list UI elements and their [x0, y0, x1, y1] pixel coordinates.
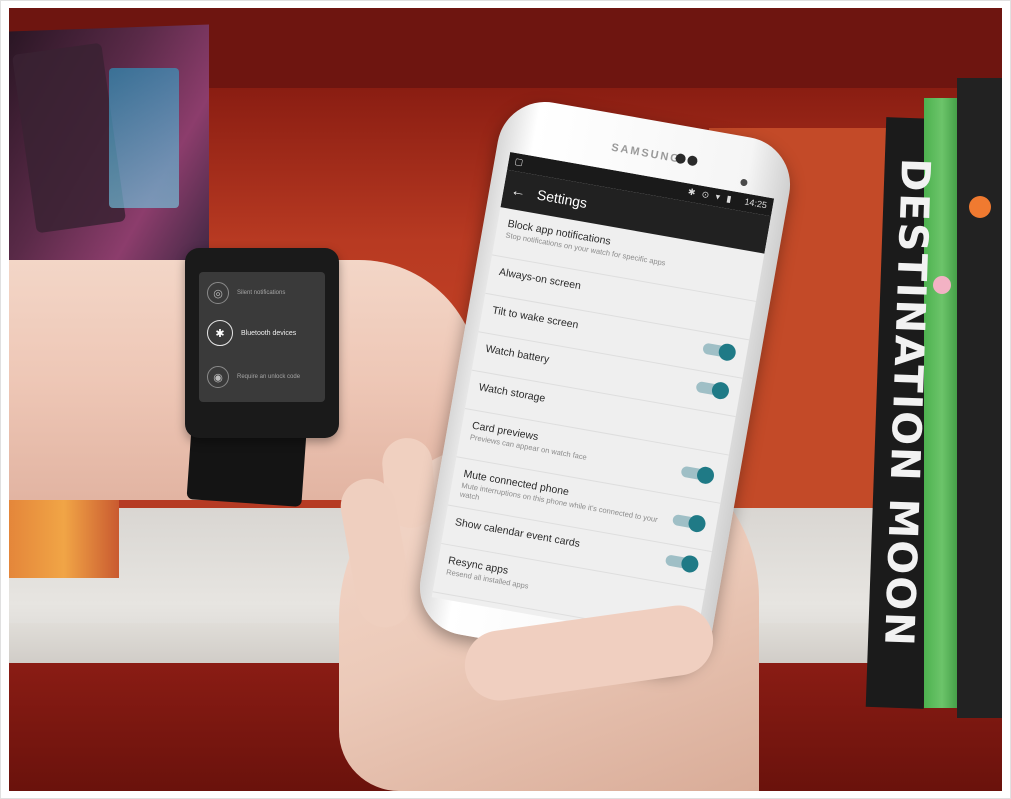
toggle-knob [687, 513, 707, 534]
phone-sensor [739, 178, 748, 187]
setting-title: Watch storage [477, 381, 547, 405]
page-title: Settings [535, 186, 589, 211]
book-black [957, 78, 1002, 718]
toggle-switch[interactable] [680, 465, 716, 486]
watch-item[interactable]: ◎ Silent notifications [207, 278, 325, 308]
bluetooth-icon: ✱ [207, 320, 233, 346]
setting-title: Tilt to wake screen [491, 304, 580, 332]
setting-subtitle: Resend all installed apps [445, 567, 530, 591]
setting-title: Always-on screen [498, 265, 582, 293]
status-time: 14:25 [743, 196, 768, 211]
watch-item-icon: ◎ [207, 282, 229, 304]
book-left-accent [109, 68, 179, 208]
watch-item-label: Bluetooth devices [241, 329, 297, 337]
toggle-switch[interactable] [664, 554, 700, 574]
watch-screen: ◎ Silent notifications ✱ Bluetooth devic… [199, 272, 325, 402]
setting-title: Watch battery [484, 342, 551, 366]
settings-list: Block app notifications Stop notificatio… [432, 207, 765, 639]
notification-icon: ▢ [513, 155, 524, 168]
watch-item[interactable]: ◉ Require an unlock code [207, 362, 325, 392]
back-arrow-icon[interactable]: ← [502, 180, 534, 202]
toggle-switch[interactable] [695, 380, 731, 401]
toggle-switch[interactable] [702, 342, 738, 363]
watch-item[interactable]: ✱ Bluetooth devices [207, 318, 325, 348]
toggle-switch[interactable] [671, 513, 707, 534]
photo-scene: DESTINATION MOON ◎ Silent notifications … [9, 8, 1002, 791]
toggle-knob [695, 465, 716, 486]
book-spine-dot [969, 196, 991, 218]
watch-item-label: Require an unlock code [237, 373, 301, 380]
phone-screen: ▢ ✱ ⊙ ▾ ▮ 14:25 ← Settings Block app not… [431, 151, 775, 644]
watch-item-label: Silent notifications [237, 289, 286, 296]
book-spine-dot [933, 276, 951, 294]
watch-item-icon: ◉ [207, 366, 229, 388]
toggle-knob [717, 342, 738, 363]
toggle-knob [680, 554, 700, 574]
smartwatch: ◎ Silent notifications ✱ Bluetooth devic… [185, 248, 339, 438]
toggle-knob [710, 380, 731, 401]
